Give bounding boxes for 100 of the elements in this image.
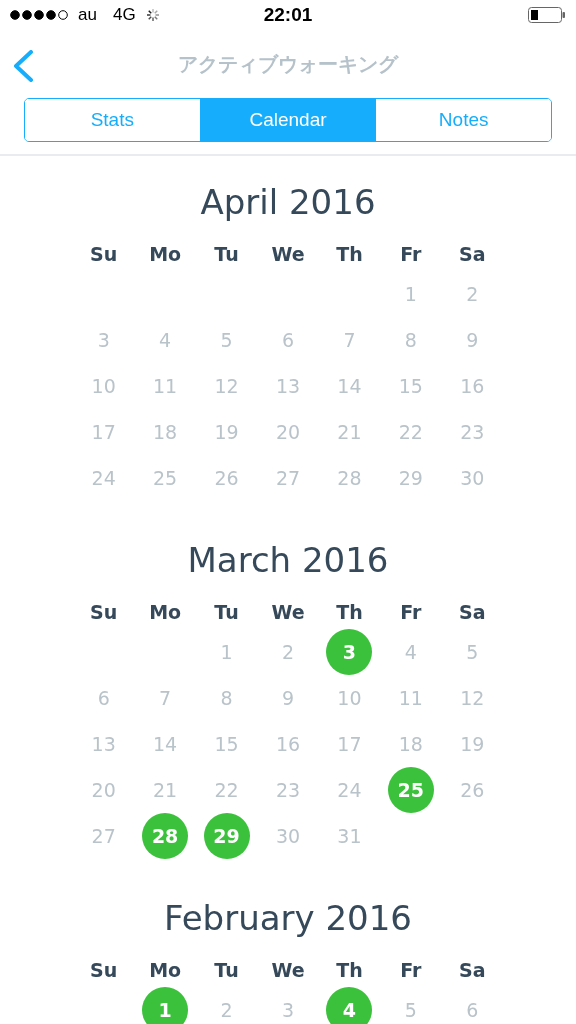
calendar-day[interactable]: 15 <box>214 733 239 755</box>
signal-icon <box>10 10 68 20</box>
weekday-label: Sa <box>458 959 487 981</box>
calendar-day[interactable]: 3 <box>97 329 110 351</box>
weekday-label: Su <box>89 601 119 623</box>
calendar-day[interactable]: 23 <box>460 421 485 443</box>
marked-day[interactable]: 3 <box>326 629 373 675</box>
calendar-day[interactable]: 10 <box>337 687 362 709</box>
weekday-label: We <box>270 601 306 623</box>
weekday-label: We <box>270 959 306 981</box>
marked-day[interactable]: 29 <box>203 813 250 859</box>
marked-day[interactable]: 28 <box>142 813 189 859</box>
calendar-day[interactable]: 2 <box>220 999 233 1021</box>
calendar-day[interactable]: 28 <box>337 467 362 489</box>
calendar-day[interactable]: 20 <box>275 421 301 443</box>
marked-day[interactable]: 4 <box>326 987 373 1024</box>
weekday-label: Th <box>335 601 364 623</box>
calendar-day[interactable]: 29 <box>398 467 423 489</box>
calendar-day[interactable]: 13 <box>275 375 301 397</box>
month-title: April 2016 <box>199 181 377 224</box>
weekday-label: Sa <box>458 243 487 265</box>
carrier-name: au <box>78 5 97 25</box>
calendar-day[interactable]: 16 <box>275 733 301 755</box>
calendar-day[interactable]: 11 <box>153 375 178 397</box>
calendar-day[interactable]: 4 <box>404 641 417 663</box>
segment-tab[interactable]: Notes <box>375 99 551 141</box>
weekday-label: Fr <box>399 243 423 265</box>
calendar-day[interactable]: 6 <box>97 687 110 709</box>
calendar-day[interactable]: 19 <box>214 421 239 443</box>
calendar-day[interactable]: 3 <box>281 999 295 1021</box>
calendar-day[interactable]: 5 <box>466 641 479 663</box>
calendar-day[interactable]: 7 <box>159 687 172 709</box>
month-title: March 2016 <box>186 539 390 582</box>
weekday-label: Sa <box>458 601 487 623</box>
weekday-label: Th <box>335 243 364 265</box>
calendar-day[interactable]: 15 <box>398 375 423 397</box>
calendar-day[interactable]: 9 <box>466 329 479 351</box>
calendar-day[interactable]: 21 <box>337 421 362 443</box>
calendar-day[interactable]: 18 <box>153 421 178 443</box>
calendar-day[interactable]: 6 <box>466 999 479 1021</box>
calendar-day[interactable]: 14 <box>153 733 178 755</box>
weekday-label: Tu <box>213 959 240 981</box>
calendar-day[interactable]: 27 <box>91 825 116 847</box>
weekday-label: Su <box>89 243 119 265</box>
calendar-day[interactable]: 1 <box>220 641 233 663</box>
calendar-day[interactable]: 4 <box>159 329 172 351</box>
weekday-label: Th <box>335 959 364 981</box>
calendar-day[interactable]: 11 <box>398 687 423 709</box>
calendar-day[interactable]: 14 <box>337 375 362 397</box>
calendar-day[interactable]: 30 <box>460 467 485 489</box>
calendar-day[interactable]: 25 <box>153 467 178 489</box>
calendar-day[interactable]: 16 <box>460 375 485 397</box>
weekday-label: Fr <box>399 601 423 623</box>
back-icon[interactable] <box>12 50 34 82</box>
calendar-day[interactable]: 5 <box>220 329 233 351</box>
network-type: 4G <box>112 5 136 25</box>
calendar-day[interactable]: 21 <box>153 779 178 801</box>
calendar-day[interactable]: 22 <box>398 421 423 443</box>
calendar-day[interactable]: 26 <box>460 779 485 801</box>
calendar-day[interactable]: 8 <box>220 687 233 709</box>
calendar-day[interactable]: 8 <box>404 329 417 351</box>
calendar-day[interactable]: 17 <box>337 733 362 755</box>
calendar-day[interactable]: 5 <box>404 999 417 1021</box>
calendar-day[interactable]: 22 <box>214 779 239 801</box>
marked-day[interactable]: 1 <box>142 987 189 1024</box>
calendar-day[interactable]: 23 <box>275 779 301 801</box>
calendar-day[interactable]: 19 <box>460 733 485 755</box>
calendar-day[interactable]: 24 <box>91 467 116 489</box>
calendar-day[interactable]: 12 <box>214 375 239 397</box>
weekday-label: Tu <box>213 601 240 623</box>
calendar-day[interactable]: 2 <box>281 641 295 663</box>
calendar-day[interactable]: 10 <box>91 375 116 397</box>
screen-title: アクティブウォーキング <box>178 50 398 78</box>
calendar-day[interactable]: 31 <box>337 825 362 847</box>
segment-tab[interactable]: Calendar <box>199 99 376 141</box>
weekday-label: Fr <box>399 959 423 981</box>
spinner-icon <box>145 8 160 22</box>
calendar-day[interactable]: 30 <box>275 825 301 847</box>
weekday-label: Mo <box>148 959 183 981</box>
calendar-day[interactable]: 27 <box>275 467 301 489</box>
calendar-day[interactable]: 17 <box>91 421 116 443</box>
calendar-day[interactable]: 13 <box>91 733 116 755</box>
weekday-label: Su <box>89 959 119 981</box>
calendar-day[interactable]: 26 <box>214 467 239 489</box>
calendar-day[interactable]: 24 <box>337 779 362 801</box>
calendar-day[interactable]: 6 <box>281 329 295 351</box>
weekday-label: Tu <box>213 243 240 265</box>
calendar-day[interactable]: 7 <box>343 329 356 351</box>
calendar-day[interactable]: 9 <box>281 687 295 709</box>
calendar-day[interactable]: 12 <box>460 687 485 709</box>
calendar-day[interactable]: 2 <box>466 283 479 305</box>
battery-icon <box>528 7 566 23</box>
weekday-label: Mo <box>148 243 183 265</box>
month-title: February 2016 <box>163 897 413 940</box>
marked-day[interactable]: 25 <box>387 767 434 813</box>
calendar-day[interactable]: 1 <box>404 283 417 305</box>
calendar-day[interactable]: 18 <box>398 733 423 755</box>
weekday-label: We <box>270 243 306 265</box>
calendar-day[interactable]: 20 <box>91 779 116 801</box>
status-time: 22:01 <box>263 4 313 26</box>
